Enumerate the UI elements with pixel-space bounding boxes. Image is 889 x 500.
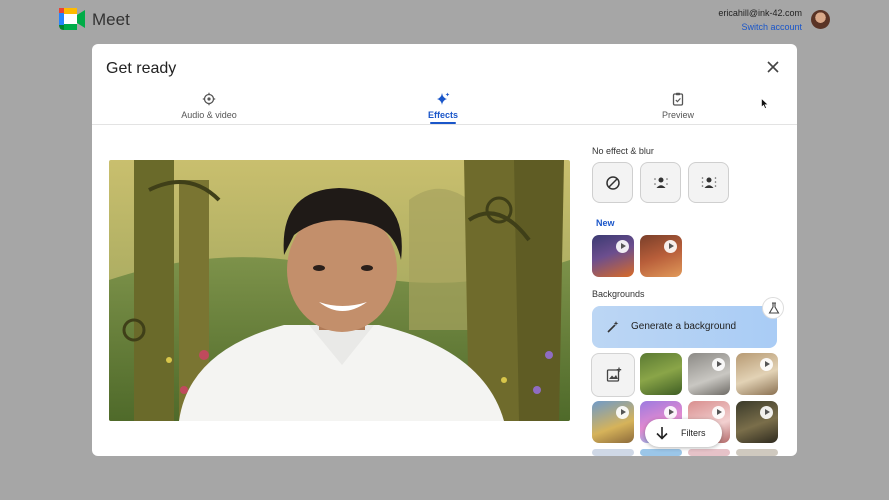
background-more-1[interactable] [592,449,634,456]
account-email: ericahill@ink-42.com [718,8,802,18]
filters-button[interactable]: Filters [645,419,722,447]
tab-audio-video-label: Audio & video [181,110,237,120]
play-icon [616,240,629,253]
sparkle-icon [437,92,450,105]
audio-video-icon [202,92,216,106]
slight-blur-button[interactable] [640,162,681,203]
preview-icon [672,92,684,106]
generate-background-button[interactable]: Generate a background [592,306,777,348]
labs-button[interactable] [762,297,784,319]
background-forest[interactable] [640,353,682,395]
mouse-cursor-icon [761,98,769,109]
tab-divider [92,124,797,125]
block-icon [606,176,620,190]
tab-audio-video[interactable]: Audio & video [149,92,269,120]
close-icon[interactable] [764,58,782,76]
app-title: Meet [92,10,130,29]
play-icon [760,358,773,371]
tab-effects-label: Effects [427,110,458,120]
new-heading: New [596,218,615,228]
blur-person-icon [701,177,717,188]
get-ready-dialog: Get ready Audio & video Effects Preview [92,44,797,456]
top-bar: Meet ericahill@ink-42.com Switch account [0,0,889,42]
switch-account-link[interactable]: Switch account [718,22,802,32]
generate-background-label: Generate a background [631,321,737,332]
background-beach[interactable] [592,401,634,443]
background-cabin[interactable] [736,401,778,443]
video-preview [109,160,570,421]
background-more-2[interactable] [640,449,682,456]
background-more-4[interactable] [736,449,778,456]
backgrounds-heading: Backgrounds [592,289,645,299]
background-more-3[interactable] [688,449,730,456]
play-icon [760,406,773,419]
no-effect-heading: No effect & blur [592,146,654,156]
play-icon [712,406,725,419]
play-icon [664,406,677,419]
dialog-title: Get ready [106,60,177,77]
play-icon [616,406,629,419]
meet-logo-icon [59,8,85,30]
avatar[interactable] [811,10,830,29]
background-room[interactable] [688,353,730,395]
play-icon [664,240,677,253]
tab-effects[interactable]: Effects [383,92,503,120]
upload-background-button[interactable] [591,353,635,397]
full-blur-button[interactable] [688,162,729,203]
arrow-down-icon [656,427,668,440]
tab-preview-label: Preview [661,110,694,120]
account-info: ericahill@ink-42.com Switch account [718,8,802,32]
new-effect-pumpkins[interactable] [592,235,634,277]
tab-preview[interactable]: Preview [618,92,738,120]
flask-icon [768,302,780,314]
filters-label: Filters [681,428,706,438]
blur-person-icon [654,177,668,188]
add-image-icon [606,367,622,382]
background-office[interactable] [736,353,778,395]
magic-wand-icon [607,321,619,333]
no-effect-button[interactable] [592,162,633,203]
new-effect-autumn[interactable] [640,235,682,277]
play-icon [712,358,725,371]
